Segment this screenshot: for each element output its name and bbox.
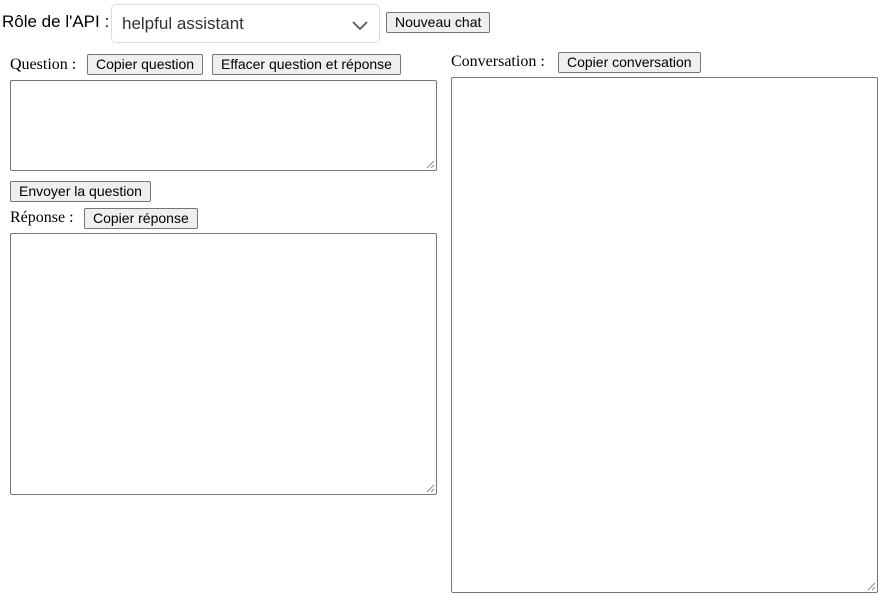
- role-label: Rôle de l'API :: [2, 12, 110, 31]
- response-textarea[interactable]: [10, 233, 437, 495]
- copy-response-button[interactable]: Copier réponse: [84, 208, 198, 229]
- role-select-value: helpful assistant: [122, 14, 244, 33]
- resize-grip-icon[interactable]: [426, 484, 435, 493]
- role-select[interactable]: helpful assistant: [111, 4, 380, 43]
- question-label: Question :: [10, 56, 77, 73]
- chevron-down-icon: [352, 21, 368, 31]
- conversation-label: Conversation :: [451, 53, 545, 70]
- copy-question-button[interactable]: Copier question: [87, 54, 204, 75]
- clear-question-answer-button[interactable]: Effacer question et réponse: [212, 54, 401, 75]
- resize-grip-icon[interactable]: [867, 582, 876, 591]
- conversation-textarea[interactable]: [451, 77, 878, 593]
- new-chat-button[interactable]: Nouveau chat: [386, 12, 491, 33]
- send-question-button[interactable]: Envoyer la question: [10, 181, 151, 202]
- response-label: Réponse :: [10, 209, 74, 226]
- question-textarea[interactable]: [10, 80, 437, 171]
- resize-grip-icon[interactable]: [426, 160, 435, 169]
- copy-conversation-button[interactable]: Copier conversation: [558, 52, 701, 73]
